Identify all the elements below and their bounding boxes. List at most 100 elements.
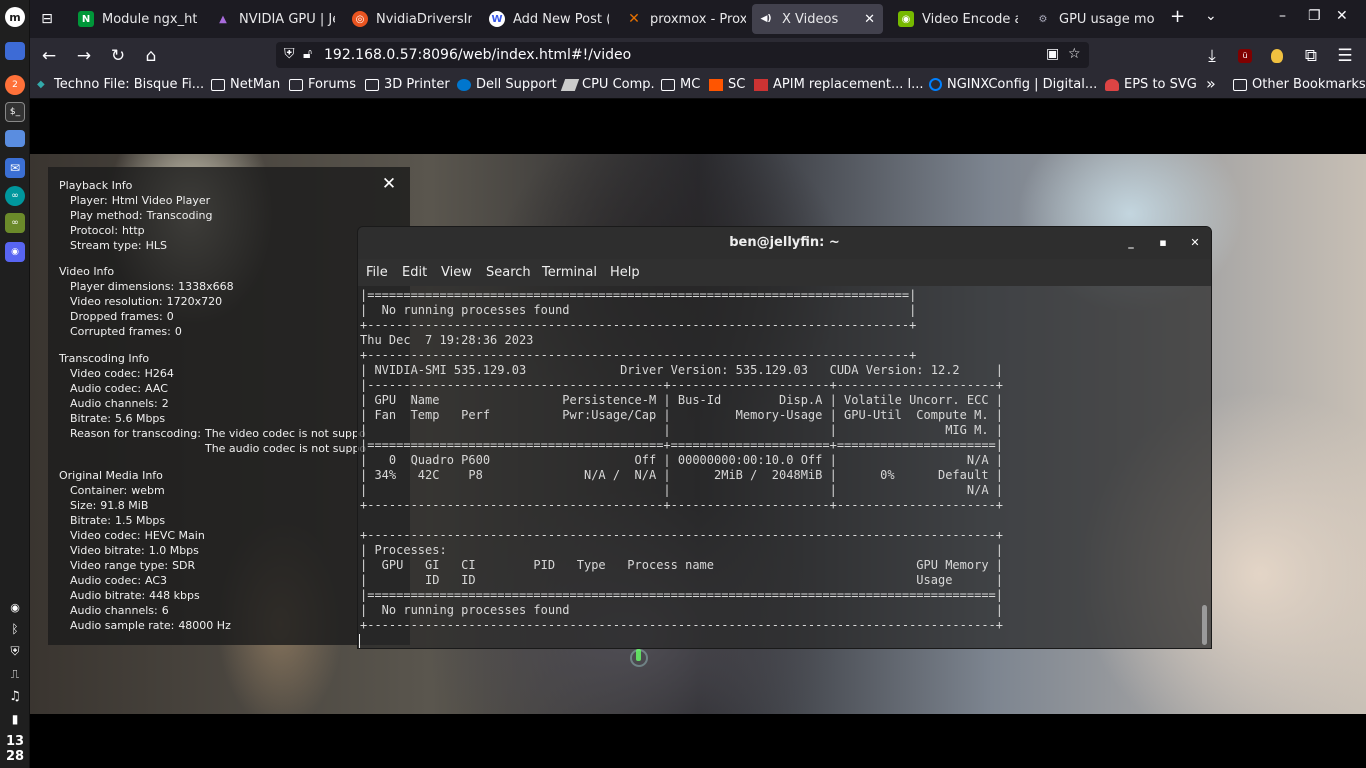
menu-edit[interactable]: Edit: [402, 265, 427, 280]
terminal-title[interactable]: ben@jellyfin: ~: [358, 227, 1211, 259]
shield-icon[interactable]: ⛨: [284, 46, 295, 62]
firefox-icon[interactable]: 2: [5, 75, 25, 95]
tab-overview-icon[interactable]: ⊟: [36, 8, 58, 30]
terminal-line: |=======================================…: [360, 588, 1003, 602]
tab-3[interactable]: W Add New Post (: [483, 4, 609, 34]
bookmark-star-icon[interactable]: ☆: [1068, 46, 1081, 62]
bookmark-label: 3D Printer: [384, 77, 450, 92]
close-window-icon[interactable]: ✕: [1336, 8, 1348, 24]
downloads-icon[interactable]: ⤓: [1201, 45, 1223, 67]
terminal-line: | | | MIG M. |: [360, 423, 1003, 437]
menu-icon[interactable]: ☰: [1334, 45, 1356, 67]
tab-4[interactable]: ✕ proxmox - Prox: [620, 4, 746, 34]
discord-tray-icon[interactable]: ◉: [5, 597, 25, 617]
maximize-icon[interactable]: ▪: [1155, 235, 1171, 251]
folder-icon[interactable]: [5, 130, 25, 147]
bookmark-7[interactable]: SC: [709, 77, 745, 92]
bluetooth-icon[interactable]: ᛒ: [5, 619, 25, 639]
info-row: Video bitrate: 1.0 Mbps: [70, 544, 199, 557]
wordpress-icon: W: [489, 11, 505, 27]
clock-hour[interactable]: 13: [0, 734, 30, 749]
tab-0[interactable]: N Module ngx_ht: [72, 4, 198, 34]
more-bookmarks-icon[interactable]: »: [1206, 74, 1216, 93]
bookmark-9[interactable]: NGINXConfig | Digital...: [929, 77, 1097, 92]
menu-terminal[interactable]: Terminal: [542, 265, 597, 280]
info-row: Bitrate: 5.6 Mbps: [70, 412, 166, 425]
terminal-window[interactable]: ben@jellyfin: ~ _ ▪ ✕ File Edit View Sea…: [357, 226, 1212, 649]
info-row: Protocol: http: [70, 224, 145, 237]
other-bookmarks[interactable]: Other Bookmarks: [1233, 77, 1366, 92]
reload-icon[interactable]: ↻: [107, 45, 129, 67]
apim-icon: [754, 78, 768, 91]
info-row: Player: Html Video Player: [70, 194, 211, 207]
extensions-icon[interactable]: ⧉: [1300, 45, 1322, 67]
minimize-icon[interactable]: –: [1279, 8, 1286, 24]
close-icon[interactable]: ✕: [1187, 235, 1203, 251]
menu-help[interactable]: Help: [610, 265, 640, 280]
restore-icon[interactable]: ❐: [1308, 8, 1321, 24]
files-icon[interactable]: [5, 42, 25, 60]
info-row: Audio channels: 6: [70, 604, 169, 617]
bookmark-1[interactable]: NetMan: [211, 77, 280, 92]
close-tab-icon[interactable]: ✕: [864, 12, 875, 27]
bookmark-8[interactable]: APIM replacement... l...: [754, 77, 923, 92]
lock-icon[interactable]: 🔓︎: [303, 46, 312, 62]
info-row: Stream type: HLS: [70, 239, 167, 252]
shield-icon[interactable]: ⛨: [5, 641, 25, 661]
terminal-icon[interactable]: $_: [5, 102, 25, 122]
mint-menu-icon[interactable]: m: [5, 7, 25, 27]
ubuntu-icon: ◎: [352, 11, 368, 27]
clock-minute[interactable]: 28: [0, 749, 30, 764]
extension-icon[interactable]: [1266, 45, 1288, 67]
menu-search[interactable]: Search: [486, 265, 531, 280]
close-icon[interactable]: ✕: [381, 176, 397, 193]
tab-2[interactable]: ◎ NvidiaDriversIn: [346, 4, 472, 34]
bookmark-5[interactable]: CPU Comp.: [560, 77, 655, 92]
reader-mode-icon[interactable]: ▣: [1046, 46, 1059, 62]
back-icon[interactable]: ←: [38, 45, 60, 67]
ublock-icon[interactable]: ü: [1234, 45, 1256, 67]
minimize-icon[interactable]: _: [1123, 235, 1139, 251]
menu-file[interactable]: File: [366, 265, 388, 280]
tab-1[interactable]: ▲ NVIDIA GPU | Je: [209, 4, 335, 34]
terminal-scrollbar[interactable]: [1202, 605, 1207, 645]
bookmark-2[interactable]: Forums: [289, 77, 356, 92]
digitalocean-icon: [929, 78, 942, 91]
forward-icon[interactable]: →: [73, 45, 95, 67]
tab-7[interactable]: ⚙ GPU usage mon: [1029, 4, 1155, 34]
nginx-icon: N: [78, 11, 94, 27]
bookmark-6[interactable]: MC: [661, 77, 700, 92]
bookmark-4[interactable]: Dell Support: [457, 77, 557, 92]
terminal-line: |---------------------------------------…: [360, 378, 1003, 392]
terminal-menu-bar: File Edit View Search Terminal Help: [358, 259, 1211, 286]
arduino-icon[interactable]: ∞: [5, 186, 25, 206]
arduino-alt-icon[interactable]: ∞: [5, 213, 25, 233]
discord-icon[interactable]: ◉: [5, 242, 25, 262]
bookmark-0[interactable]: ◆ Techno File: Bisque Fi...: [37, 77, 204, 92]
list-tabs-icon[interactable]: ⌄: [1205, 8, 1217, 24]
music-icon[interactable]: ♫: [5, 686, 25, 706]
info-row: Video range type: SDR: [70, 559, 196, 572]
playback-info-section: Playback Info Player: Html Video Player P…: [59, 178, 212, 253]
terminal-text: |=======================================…: [360, 288, 1203, 633]
bookmark-label: Forums: [308, 77, 356, 92]
menu-view[interactable]: View: [441, 265, 472, 280]
terminal-cursor: [359, 634, 360, 648]
home-icon[interactable]: ⌂: [140, 45, 162, 67]
url-bar[interactable]: ⛨ 🔓︎ 192.168.0.57:8096/web/index.html#!/…: [276, 42, 1089, 68]
new-tab-icon[interactable]: +: [1170, 6, 1185, 27]
bookmark-label: NGINXConfig | Digital...: [947, 77, 1098, 92]
transcoding-info-section: Transcoding Info Video codec: H264 Audio …: [59, 351, 366, 456]
mail-icon[interactable]: ✉: [5, 158, 25, 178]
url-text[interactable]: 192.168.0.57:8096/web/index.html#!/video: [324, 47, 631, 63]
bookmark-3[interactable]: 3D Printer: [365, 77, 450, 92]
terminal-output[interactable]: |=======================================…: [358, 286, 1203, 648]
tab-5[interactable]: ◀) X Videos ✕: [752, 4, 883, 34]
battery-icon[interactable]: ▮: [5, 709, 25, 729]
terminal-line: | ID ID Usage |: [360, 573, 1003, 587]
network-icon[interactable]: ⎍: [5, 664, 25, 684]
tab-6[interactable]: ◉ Video Encode a: [892, 4, 1018, 34]
bookmark-10[interactable]: EPS to SVG: [1105, 77, 1197, 92]
cpu-icon: [560, 78, 580, 91]
